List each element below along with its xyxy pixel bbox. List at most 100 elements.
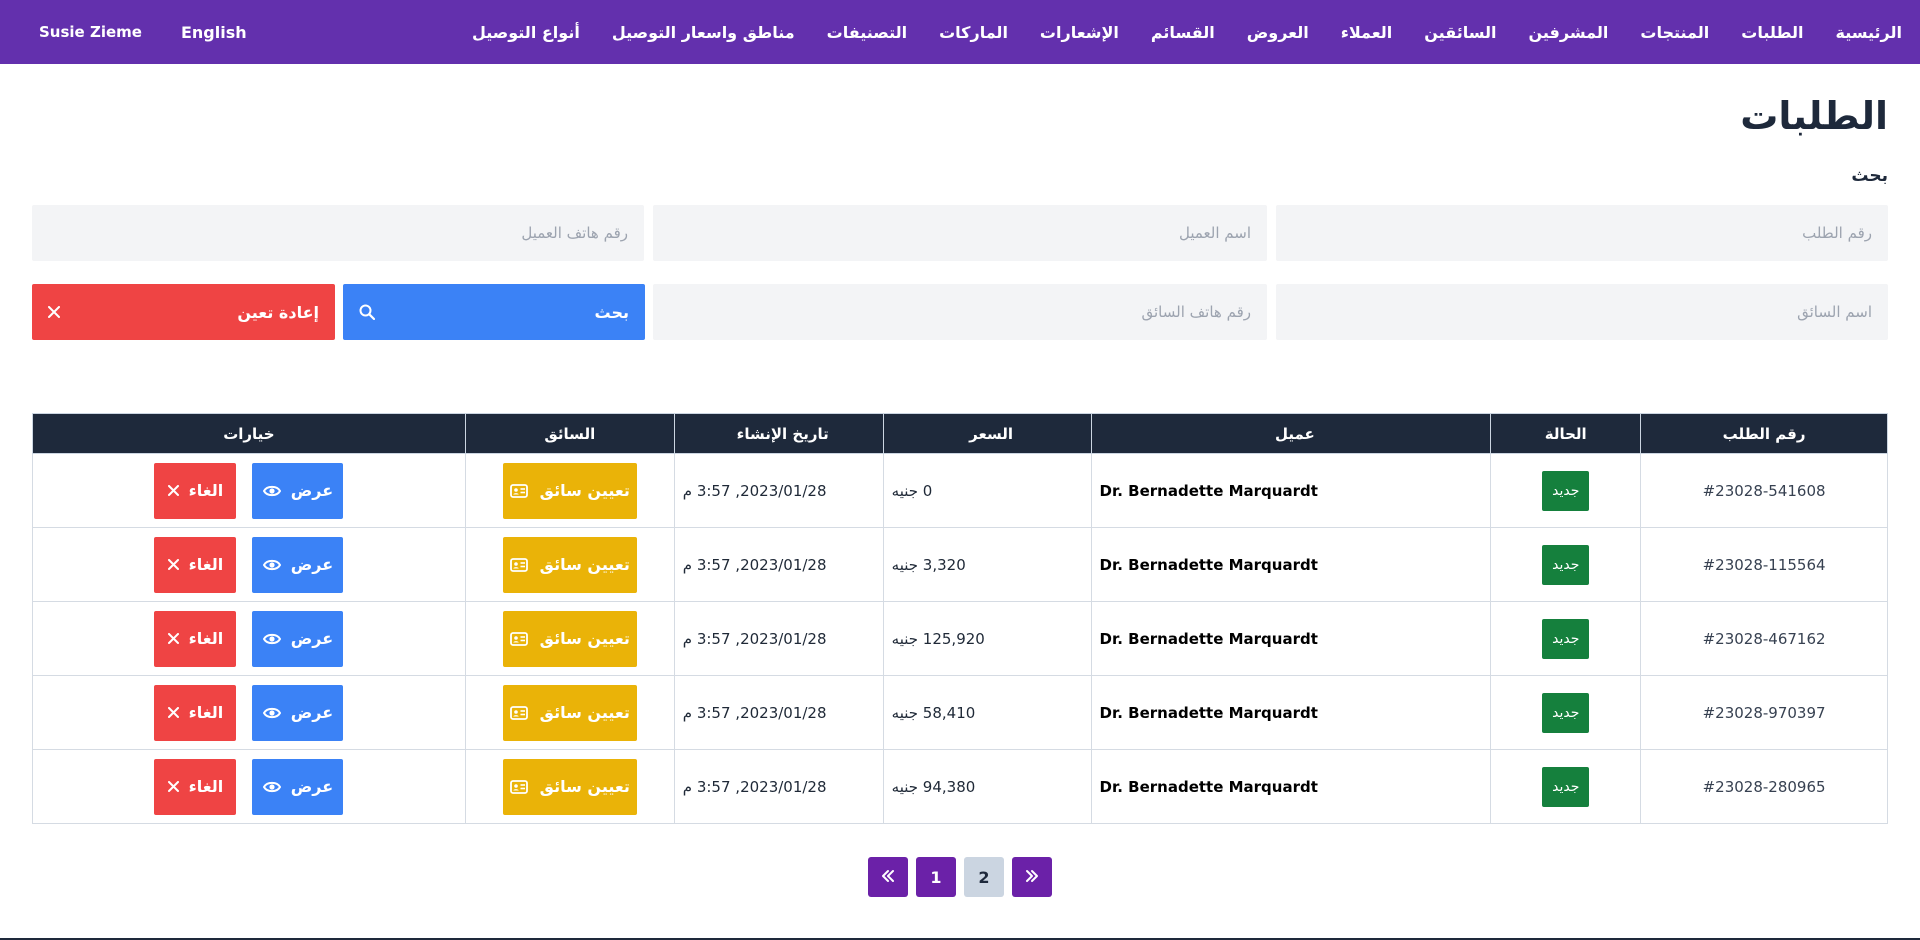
order-number-cell[interactable]: #23028-541608 — [1640, 453, 1888, 528]
cancel-label: الغاء — [188, 777, 224, 796]
pagination-page-1[interactable]: 1 — [916, 857, 956, 897]
col-status[interactable]: الحالة — [1490, 413, 1642, 454]
orders-table-body: #23028-541608 جديد Dr. Bernadette Marquard… — [32, 453, 1888, 824]
cancel-order-button[interactable]: الغاء — [154, 610, 237, 667]
client-phone-input[interactable] — [32, 205, 644, 261]
order-number-cell[interactable]: #23028-115564 — [1640, 527, 1888, 602]
view-order-button[interactable]: عرض — [252, 758, 344, 815]
topbar-user-area: Susie Zieme English — [39, 0, 247, 64]
search-section-label: بحث — [1851, 166, 1888, 186]
close-icon — [167, 559, 179, 570]
created-at-cell: 2023/01/28, 3:57 م — [673, 453, 884, 528]
client-cell: Dr. Bernadette Marquardt — [1090, 749, 1492, 824]
assign-driver-button[interactable]: تعيين سائق — [502, 536, 637, 593]
assign-driver-label: تعيين سائق — [539, 777, 630, 796]
col-options: خيارات — [32, 413, 466, 454]
page-title: الطلبات — [1740, 94, 1888, 138]
view-label: عرض — [290, 777, 334, 796]
cancel-order-button[interactable]: الغاء — [154, 758, 237, 815]
nav-item-delivery-zones[interactable]: مناطق واسعار التوصيل — [612, 23, 795, 42]
col-created-at[interactable]: تاريخ الإنشاء — [673, 413, 884, 454]
options-cell: الغاء عرض — [32, 527, 466, 602]
cancel-label: الغاء — [188, 555, 224, 574]
id-card-icon — [509, 557, 528, 572]
created-at-cell: 2023/01/28, 3:57 م — [673, 601, 884, 676]
reset-button[interactable]: إعادة تعين — [32, 284, 335, 340]
options-cell: الغاء عرض — [32, 675, 466, 750]
assign-driver-label: تعيين سائق — [539, 555, 630, 574]
status-cell: جديد — [1490, 453, 1642, 528]
order-number-input[interactable] — [1276, 205, 1888, 261]
driver-cell: تعيين سائق — [464, 675, 675, 750]
nav-item-delivery-types[interactable]: أنواع التوصيل — [472, 23, 580, 42]
status-badge: جديد — [1542, 544, 1590, 585]
table-row: #23028-280965 جديد Dr. Bernadette Marquard… — [32, 749, 1888, 824]
top-navbar: الرئيسية الطلبات المنتجات المشرفين السائ… — [0, 0, 1920, 64]
order-number-cell[interactable]: #23028-467162 — [1640, 601, 1888, 676]
eye-icon — [262, 704, 281, 722]
client-cell: Dr. Bernadette Marquardt — [1090, 601, 1492, 676]
cancel-order-button[interactable]: الغاء — [154, 684, 237, 741]
cancel-order-button[interactable]: الغاء — [154, 536, 237, 593]
driver-phone-input[interactable] — [653, 284, 1267, 340]
col-price[interactable]: السعر — [882, 413, 1092, 454]
assign-driver-label: تعيين سائق — [539, 703, 630, 722]
double-chevron-right-icon — [1025, 868, 1039, 887]
nav-item-categories[interactable]: التصنيفات — [827, 23, 907, 42]
status-badge: جديد — [1542, 766, 1590, 807]
language-switch[interactable]: English — [181, 23, 247, 42]
nav-item-orders[interactable]: الطلبات — [1741, 23, 1803, 42]
price-cell: 3,320 جنيه — [882, 527, 1092, 602]
view-order-button[interactable]: عرض — [252, 536, 344, 593]
nav-item-home[interactable]: الرئيسية — [1836, 23, 1903, 42]
view-order-button[interactable]: عرض — [252, 462, 344, 519]
eye-icon — [262, 556, 281, 574]
view-label: عرض — [290, 703, 334, 722]
nav-item-admins[interactable]: المشرفين — [1529, 23, 1609, 42]
col-order-number[interactable]: رقم الطلب — [1640, 413, 1888, 454]
assign-driver-button[interactable]: تعيين سائق — [502, 684, 637, 741]
view-order-button[interactable]: عرض — [252, 610, 344, 667]
table-row: #23028-541608 جديد Dr. Bernadette Marquard… — [32, 453, 1888, 528]
client-name-input[interactable] — [653, 205, 1267, 261]
nav-item-clients[interactable]: العملاء — [1341, 23, 1393, 42]
cancel-label: الغاء — [188, 629, 224, 648]
row-actions: الغاء عرض — [33, 536, 465, 593]
search-button[interactable]: بحث — [343, 284, 645, 340]
nav-item-brands[interactable]: الماركات — [939, 23, 1008, 42]
status-cell: جديد — [1490, 675, 1642, 750]
driver-cell: تعيين سائق — [464, 601, 675, 676]
id-card-icon — [509, 705, 528, 720]
price-cell: 94,380 جنيه — [882, 749, 1092, 824]
assign-driver-label: تعيين سائق — [539, 629, 630, 648]
assign-driver-button[interactable]: تعيين سائق — [502, 610, 637, 667]
pagination-last-button[interactable] — [1012, 857, 1052, 897]
driver-cell: تعيين سائق — [464, 527, 675, 602]
nav-item-offers[interactable]: العروض — [1247, 23, 1309, 42]
cancel-order-button[interactable]: الغاء — [154, 462, 237, 519]
orders-table: رقم الطلب الحالة عميل السعر تاريخ الإنشا… — [32, 413, 1888, 824]
driver-cell: تعيين سائق — [464, 749, 675, 824]
options-cell: الغاء عرض — [32, 453, 466, 528]
nav-item-products[interactable]: المنتجات — [1640, 23, 1709, 42]
status-cell: جديد — [1490, 601, 1642, 676]
view-order-button[interactable]: عرض — [252, 684, 344, 741]
nav-item-coupons[interactable]: القسائم — [1151, 23, 1215, 42]
nav-item-notifications[interactable]: الإشعارات — [1040, 23, 1119, 42]
order-number-cell[interactable]: #23028-280965 — [1640, 749, 1888, 824]
pagination-page-2-current[interactable]: 2 — [964, 857, 1004, 897]
nav-item-drivers[interactable]: السائقين — [1424, 23, 1496, 42]
assign-driver-button[interactable]: تعيين سائق — [502, 758, 637, 815]
pagination-first-button[interactable] — [868, 857, 908, 897]
col-driver[interactable]: السائق — [464, 413, 675, 454]
driver-name-input[interactable] — [1276, 284, 1888, 340]
cancel-label: الغاء — [188, 703, 224, 722]
main-nav: الرئيسية الطلبات المنتجات المشرفين السائ… — [472, 0, 1902, 64]
client-cell: Dr. Bernadette Marquardt — [1090, 453, 1492, 528]
client-cell: Dr. Bernadette Marquardt — [1090, 527, 1492, 602]
order-number-cell[interactable]: #23028-970397 — [1640, 675, 1888, 750]
assign-driver-button[interactable]: تعيين سائق — [502, 462, 637, 519]
created-at-cell: 2023/01/28, 3:57 م — [673, 675, 884, 750]
col-client[interactable]: عميل — [1090, 413, 1492, 454]
user-menu[interactable]: Susie Zieme — [39, 23, 142, 41]
